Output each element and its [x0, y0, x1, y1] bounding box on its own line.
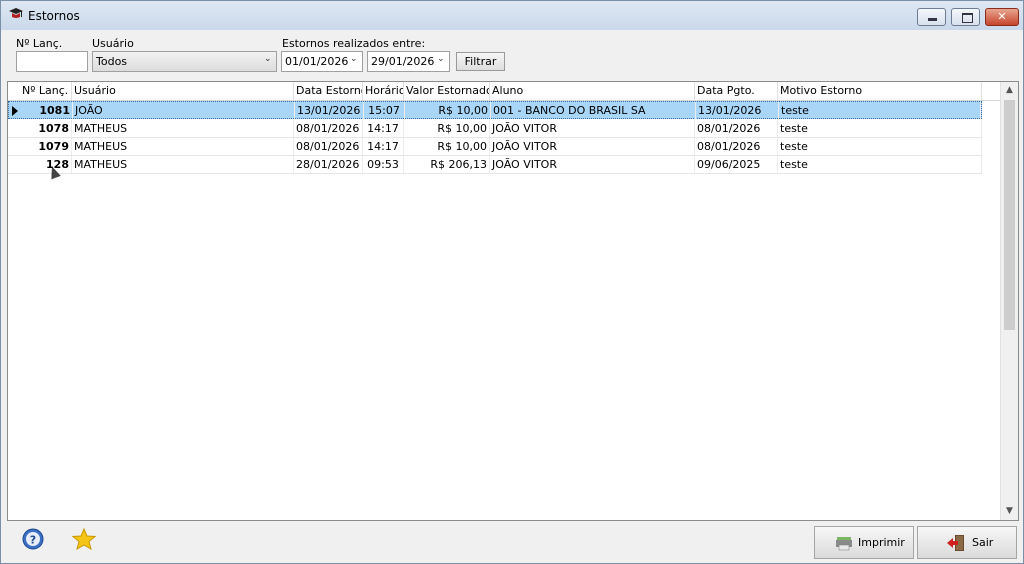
column-header-valor-estornado[interactable]: Valor Estornado — [404, 82, 490, 100]
usuario-select-value: Todos — [96, 55, 128, 68]
date-from-value: 01/01/2026 — [285, 55, 349, 68]
cell-lanc: 1079 — [20, 138, 72, 155]
cell-lanc: 1078 — [20, 120, 72, 137]
cell-horario: 14:17 — [363, 138, 404, 155]
minimize-button[interactable] — [917, 8, 946, 26]
estornos-grid[interactable]: Nº Lanç. Usuário Data Estorno Horário Va… — [7, 81, 1019, 521]
column-header-data-estorno[interactable]: Data Estorno — [294, 82, 363, 100]
window-title: Estornos — [28, 9, 80, 23]
chevron-down-icon: ⌄ — [350, 54, 358, 64]
vertical-scrollbar[interactable]: ▲ ▼ — [1000, 82, 1018, 520]
print-button-label: Imprimir — [858, 536, 905, 549]
column-header-lanc[interactable]: Nº Lanç. — [20, 82, 72, 100]
date-to-value: 29/01/2026 — [371, 55, 435, 68]
title-bar[interactable]: Estornos ✕ — [1, 1, 1023, 30]
cell-motivo: teste — [779, 102, 981, 119]
cell-motivo: teste — [778, 138, 982, 155]
scroll-down-arrow-icon[interactable]: ▼ — [1001, 503, 1018, 520]
table-row[interactable]: 128 MATHEUS 28/01/2026 09:53 R$ 206,13 J… — [8, 156, 982, 174]
cell-motivo: teste — [778, 156, 982, 173]
cell-usuario: MATHEUS — [72, 120, 294, 137]
cell-data-estorno: 08/01/2026 — [294, 138, 363, 155]
chevron-down-icon: ⌄ — [264, 54, 272, 64]
minimize-icon — [928, 18, 937, 21]
cell-lanc: 1081 — [21, 102, 73, 119]
cell-valor: R$ 10,00 — [405, 102, 491, 119]
column-header-motivo-estorno[interactable]: Motivo Estorno — [778, 82, 982, 100]
date-from-picker[interactable]: 01/01/2026 ⌄ — [281, 51, 363, 72]
row-indicator-icon — [12, 106, 18, 116]
filter-button[interactable]: Filtrar — [456, 52, 505, 71]
cell-horario: 09:53 — [363, 156, 404, 173]
cell-horario: 14:17 — [363, 120, 404, 137]
cell-data-estorno: 08/01/2026 — [294, 120, 363, 137]
column-header-data-pgto[interactable]: Data Pgto. — [695, 82, 778, 100]
cell-aluno: JOÃO VITOR — [490, 156, 695, 173]
cell-aluno: JOÃO VITOR — [490, 120, 695, 137]
usuario-label: Usuário — [92, 37, 134, 50]
lanc-input[interactable] — [16, 51, 88, 72]
grid-header: Nº Lanç. Usuário Data Estorno Horário Va… — [8, 82, 1008, 101]
app-icon — [9, 8, 23, 18]
cell-motivo: teste — [778, 120, 982, 137]
cell-aluno: JOÃO VITOR — [490, 138, 695, 155]
date-to-picker[interactable]: 29/01/2026 ⌄ — [367, 51, 450, 72]
close-button[interactable]: ✕ — [985, 8, 1019, 26]
cell-aluno: 001 - BANCO DO BRASIL SA — [491, 102, 696, 119]
table-row[interactable]: 1079 MATHEUS 08/01/2026 14:17 R$ 10,00 J… — [8, 138, 982, 156]
usuario-select[interactable]: Todos ⌄ — [92, 51, 277, 72]
maximize-icon — [962, 13, 973, 23]
cell-usuario: MATHEUS — [72, 138, 294, 155]
chevron-down-icon: ⌄ — [437, 54, 445, 64]
svg-text:?: ? — [30, 534, 36, 547]
cell-data-pgto: 08/01/2026 — [695, 138, 778, 155]
cell-usuario: MATHEUS — [72, 156, 294, 173]
scroll-up-arrow-icon[interactable]: ▲ — [1001, 82, 1018, 99]
cell-usuario: JOÃO — [73, 102, 295, 119]
scroll-thumb[interactable] — [1004, 100, 1015, 330]
cell-data-pgto: 09/06/2025 — [695, 156, 778, 173]
cell-lanc: 128 — [20, 156, 72, 173]
cell-data-pgto: 13/01/2026 — [696, 102, 779, 119]
table-row[interactable]: 1081 JOÃO 13/01/2026 15:07 R$ 10,00 001 … — [8, 101, 982, 119]
cell-valor: R$ 10,00 — [404, 138, 490, 155]
cell-data-estorno: 28/01/2026 — [294, 156, 363, 173]
column-header-horario[interactable]: Horário — [363, 82, 404, 100]
date-range-label: Estornos realizados entre: — [282, 37, 426, 50]
star-icon[interactable] — [72, 528, 96, 550]
exit-button[interactable]: Sair — [917, 526, 1017, 559]
maximize-button[interactable] — [951, 8, 980, 26]
print-button[interactable]: Imprimir — [814, 526, 914, 559]
cell-data-estorno: 13/01/2026 — [295, 102, 364, 119]
cell-horario: 15:07 — [364, 102, 405, 119]
column-header-aluno[interactable]: Aluno — [490, 82, 695, 100]
column-header-usuario[interactable]: Usuário — [72, 82, 294, 100]
lanc-label: Nº Lanç. — [16, 37, 63, 50]
close-icon: ✕ — [997, 10, 1007, 23]
cell-data-pgto: 08/01/2026 — [695, 120, 778, 137]
exit-door-icon — [947, 535, 964, 551]
printer-icon — [836, 537, 852, 551]
cell-valor: R$ 10,00 — [404, 120, 490, 137]
table-row[interactable]: 1078 MATHEUS 08/01/2026 14:17 R$ 10,00 J… — [8, 120, 982, 138]
cell-valor: R$ 206,13 — [404, 156, 490, 173]
help-icon[interactable]: ? — [22, 528, 44, 550]
estornos-window: Estornos ✕ Nº Lanç. Usuário Todos ⌄ Esto… — [0, 0, 1024, 564]
exit-button-label: Sair — [972, 536, 994, 549]
